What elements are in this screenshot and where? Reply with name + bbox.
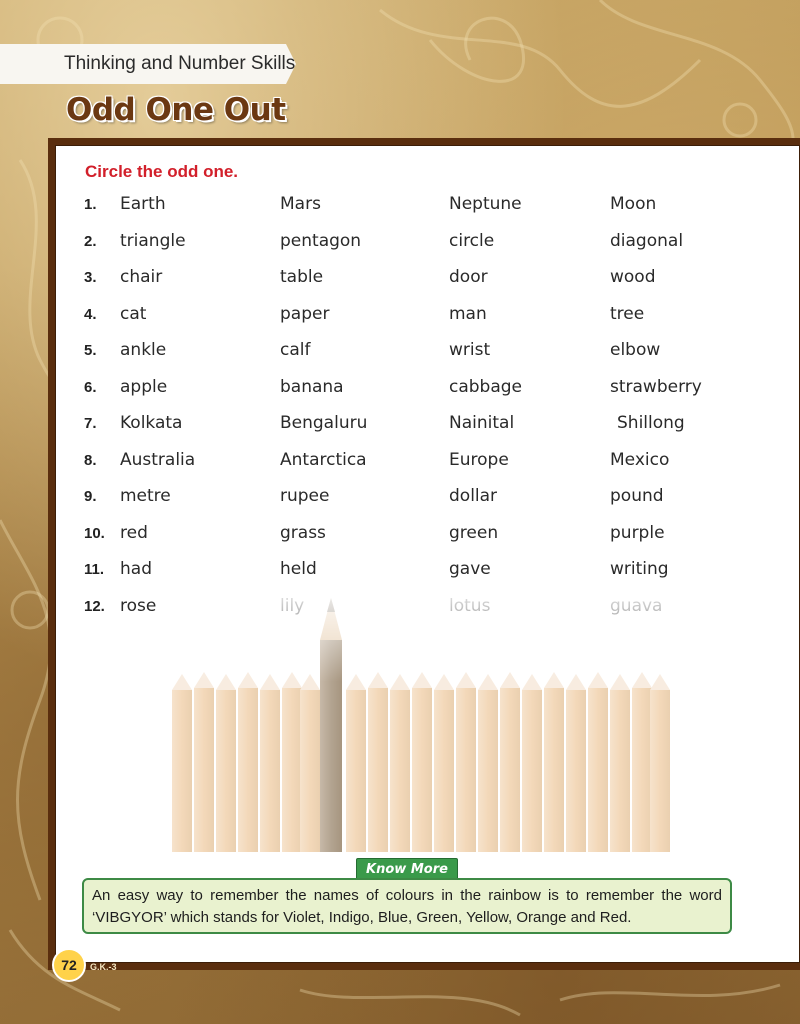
- word-option[interactable]: pound: [610, 486, 664, 506]
- word-option[interactable]: diagonal: [610, 231, 683, 251]
- word-option[interactable]: Nainital: [449, 413, 514, 433]
- question-number: 2.: [84, 233, 97, 250]
- word-option[interactable]: Mexico: [610, 450, 669, 470]
- question-number: 5.: [84, 342, 97, 359]
- word-option[interactable]: wood: [610, 267, 656, 287]
- section-label: Thinking and Number Skills: [64, 53, 296, 74]
- question-row: 3. chair table door wood: [0, 265, 800, 293]
- question-number: 11.: [84, 561, 105, 578]
- word-option[interactable]: banana: [280, 377, 344, 397]
- word-option[interactable]: cat: [120, 304, 146, 324]
- page-title: Odd One Out: [66, 92, 286, 128]
- word-option[interactable]: door: [449, 267, 488, 287]
- word-option[interactable]: ankle: [120, 340, 166, 360]
- word-option[interactable]: metre: [120, 486, 171, 506]
- word-option[interactable]: strawberry: [610, 377, 702, 397]
- question-row: 6. apple banana cabbage strawberry: [0, 375, 800, 403]
- question-row: 7. Kolkata Bengaluru Nainital Shillong: [0, 411, 800, 439]
- question-row: 1. Earth Mars Neptune Moon: [0, 192, 800, 220]
- word-option[interactable]: pentagon: [280, 231, 361, 251]
- word-option[interactable]: gave: [449, 559, 491, 579]
- word-option[interactable]: Kolkata: [120, 413, 182, 433]
- question-row: 5. ankle calf wrist elbow: [0, 338, 800, 366]
- instruction: Circle the odd one.: [85, 162, 239, 181]
- word-option[interactable]: Antarctica: [280, 450, 367, 470]
- question-number: 4.: [84, 306, 97, 323]
- question-row: 4. cat paper man tree: [0, 302, 800, 330]
- word-option[interactable]: rupee: [280, 486, 329, 506]
- question-number: 8.: [84, 452, 97, 469]
- word-option[interactable]: wrist: [449, 340, 490, 360]
- word-option[interactable]: had: [120, 559, 152, 579]
- word-option[interactable]: Earth: [120, 194, 166, 214]
- word-option[interactable]: elbow: [610, 340, 660, 360]
- word-option[interactable]: Shillong: [617, 413, 685, 433]
- question-row: 2. triangle pentagon circle diagonal: [0, 229, 800, 257]
- word-option[interactable]: triangle: [120, 231, 186, 251]
- word-option[interactable]: purple: [610, 523, 665, 543]
- word-option[interactable]: table: [280, 267, 323, 287]
- word-option[interactable]: Europe: [449, 450, 509, 470]
- word-option[interactable]: Bengaluru: [280, 413, 367, 433]
- question-number: 1.: [84, 196, 97, 213]
- word-option[interactable]: grass: [280, 523, 326, 543]
- question-number: 10.: [84, 525, 105, 542]
- question-row: 8. Australia Antarctica Europe Mexico: [0, 448, 800, 476]
- word-option[interactable]: paper: [280, 304, 329, 324]
- word-option[interactable]: calf: [280, 340, 310, 360]
- page-number: 72: [52, 948, 86, 982]
- question-number: 7.: [84, 415, 97, 432]
- question-number: 3.: [84, 269, 97, 286]
- word-option[interactable]: dollar: [449, 486, 497, 506]
- word-option[interactable]: chair: [120, 267, 162, 287]
- question-number: 12.: [84, 598, 105, 615]
- word-option[interactable]: tree: [610, 304, 644, 324]
- word-option[interactable]: circle: [449, 231, 494, 251]
- word-option[interactable]: Australia: [120, 450, 195, 470]
- word-option[interactable]: Mars: [280, 194, 321, 214]
- word-option[interactable]: Moon: [610, 194, 656, 214]
- pencils-illustration: [170, 590, 670, 852]
- question-number: 6.: [84, 379, 97, 396]
- section-tag: Thinking and Number Skills: [0, 44, 296, 84]
- word-option[interactable]: held: [280, 559, 317, 579]
- question-number: 9.: [84, 488, 97, 505]
- word-option[interactable]: rose: [120, 596, 156, 616]
- question-row: 9. metre rupee dollar pound: [0, 484, 800, 512]
- question-row: 10. red grass green purple: [0, 521, 800, 549]
- know-more-box: An easy way to remember the names of col…: [82, 878, 732, 934]
- word-option[interactable]: man: [449, 304, 487, 324]
- word-option[interactable]: writing: [610, 559, 669, 579]
- word-option[interactable]: red: [120, 523, 148, 543]
- word-option[interactable]: apple: [120, 377, 167, 397]
- book-code: G.K.-3: [90, 962, 117, 972]
- question-row: 11. had held gave writing: [0, 557, 800, 585]
- word-option[interactable]: green: [449, 523, 498, 543]
- word-option[interactable]: Neptune: [449, 194, 522, 214]
- word-option[interactable]: cabbage: [449, 377, 522, 397]
